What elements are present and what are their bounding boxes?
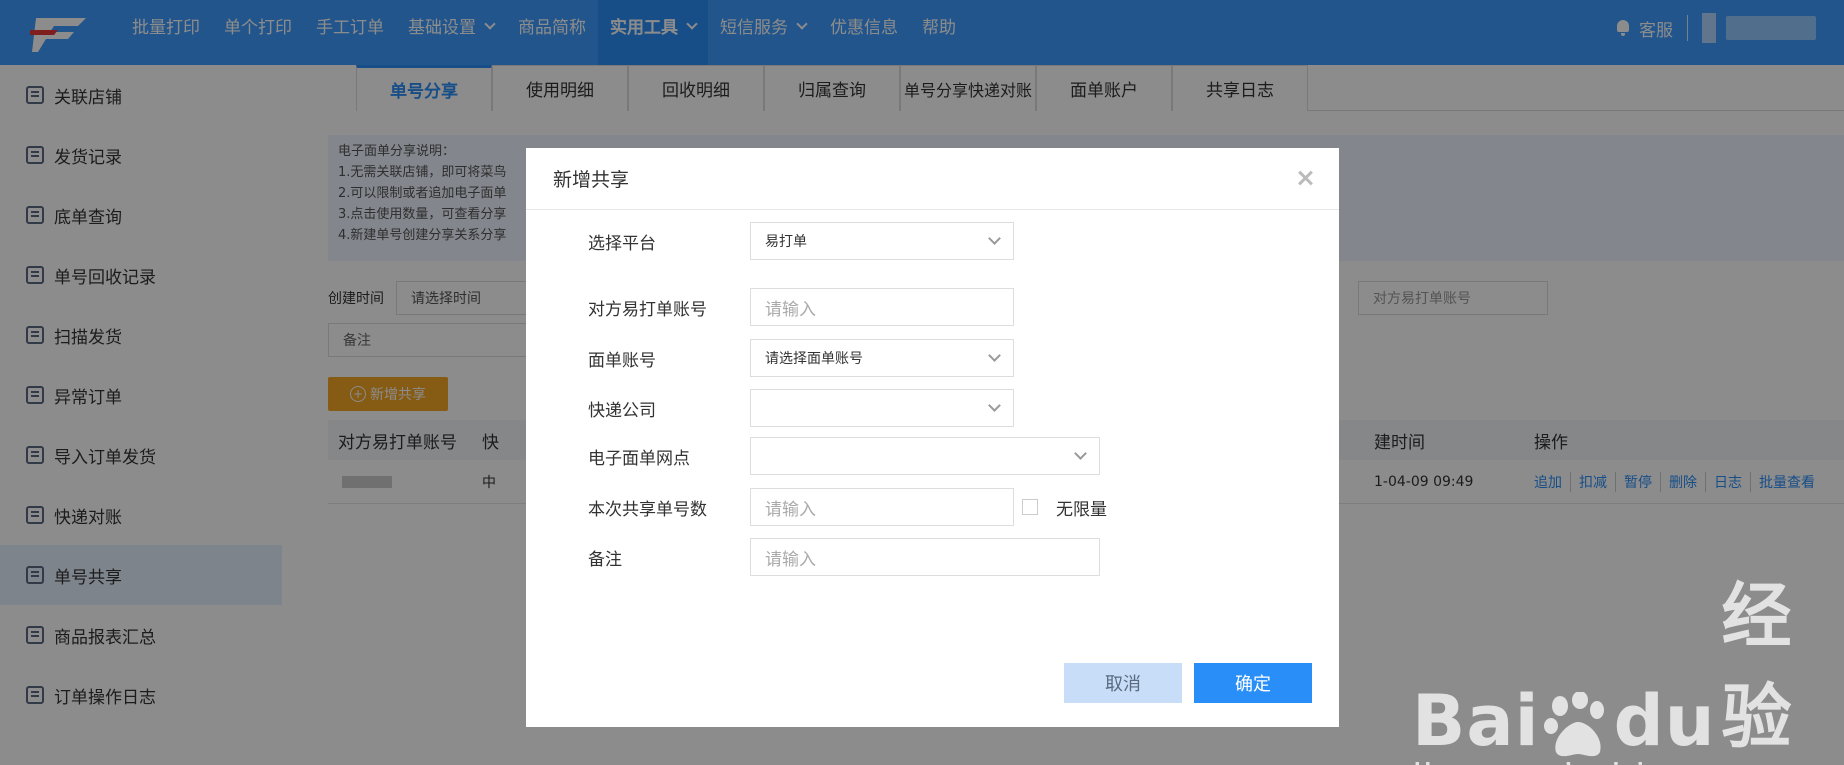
baidu-watermark: Bai du 经验 jingyan.baidu.com [1412, 560, 1844, 765]
account-input[interactable]: 请输入 [750, 288, 1014, 326]
platform-select[interactable]: 易打单 [750, 222, 1014, 260]
waybill-account-value: 请选择面单账号 [765, 351, 863, 367]
chevron-down-icon [988, 349, 1001, 362]
field-label: 对方易打单账号 [588, 299, 707, 320]
paw-icon [1542, 691, 1612, 762]
field-waybill-account: 面单账号 请选择面单账号 [588, 339, 1014, 377]
chevron-down-icon [988, 399, 1001, 412]
field-quantity: 本次共享单号数 请输入 无限量 [588, 488, 1107, 526]
unlimited-checkbox[interactable] [1022, 499, 1038, 515]
express-select[interactable] [750, 389, 1014, 427]
watermark-cn: 经验 [1721, 575, 1793, 758]
field-label: 本次共享单号数 [588, 499, 707, 520]
field-branch: 电子面单网点 [588, 437, 1100, 475]
field-label: 选择平台 [588, 233, 656, 254]
field-account: 对方易打单账号 请输入 [588, 288, 1014, 326]
chevron-down-icon [1074, 447, 1087, 460]
branch-select[interactable] [750, 437, 1100, 475]
dialog-title: 新增共享 [553, 169, 630, 191]
quantity-input[interactable]: 请输入 [750, 488, 1014, 526]
field-platform: 选择平台 易打单 [588, 222, 1014, 260]
field-label: 快递公司 [588, 400, 656, 421]
waybill-account-select[interactable]: 请选择面单账号 [750, 339, 1014, 377]
remark-input[interactable]: 请输入 [750, 538, 1100, 576]
field-express: 快递公司 [588, 389, 1014, 427]
add-share-dialog: 新增共享 选择平台 易打单 对方易打单账号 请输入 面单账号 请选择面单账号 快… [526, 148, 1339, 727]
watermark-brand-suffix: du [1613, 680, 1716, 762]
chevron-down-icon [988, 232, 1001, 245]
field-label: 面单账号 [588, 350, 656, 371]
field-label: 备注 [588, 549, 622, 570]
platform-value: 易打单 [765, 234, 807, 250]
field-remark: 备注 请输入 [588, 538, 1100, 576]
watermark-brand: Bai [1412, 680, 1540, 762]
cancel-button[interactable]: 取消 [1064, 663, 1182, 703]
dialog-header: 新增共享 [526, 148, 1339, 210]
confirm-button[interactable]: 确定 [1194, 663, 1312, 703]
field-label: 电子面单网点 [588, 448, 690, 469]
close-icon[interactable] [1295, 168, 1315, 188]
unlimited-label: 无限量 [1056, 499, 1107, 520]
